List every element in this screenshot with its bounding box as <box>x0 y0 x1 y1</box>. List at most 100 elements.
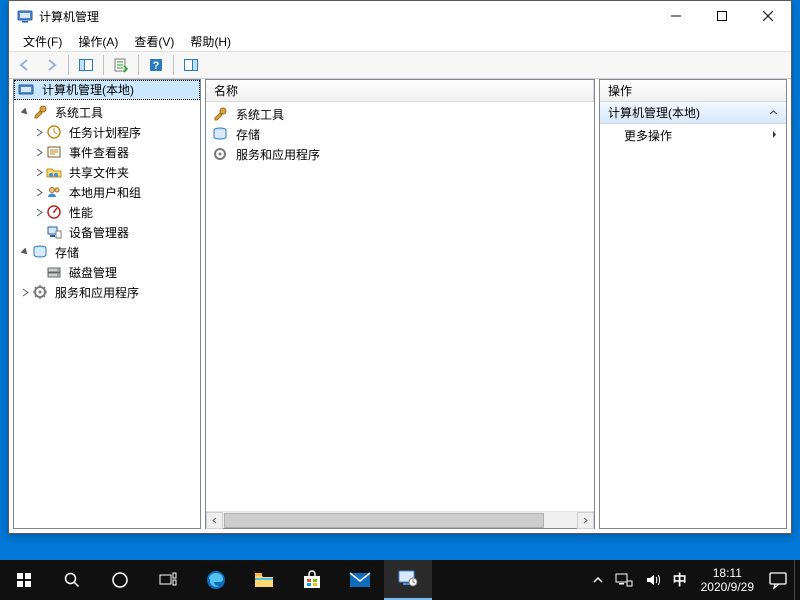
action-center-button[interactable] <box>762 560 794 600</box>
tree-root[interactable]: 计算机管理(本地) <box>14 80 200 100</box>
back-button[interactable] <box>13 53 37 77</box>
tree-label: 设备管理器 <box>66 223 132 242</box>
toolbar-separator <box>68 55 69 75</box>
expand-icon[interactable] <box>32 128 46 137</box>
taskbar-mail[interactable] <box>336 560 384 600</box>
menu-view[interactable]: 查看(V) <box>126 31 182 52</box>
tree-label: 系统工具 <box>52 103 106 122</box>
taskbar-edge[interactable] <box>192 560 240 600</box>
tree-label: 本地用户和组 <box>66 183 144 202</box>
tree-node-shared-folders[interactable]: 共享文件夹 <box>14 162 200 182</box>
toolbar-separator <box>138 55 139 75</box>
tray-date: 2020/9/29 <box>701 580 754 594</box>
menu-action[interactable]: 操作(A) <box>70 31 126 52</box>
scroll-thumb[interactable] <box>224 513 544 528</box>
tree-label: 服务和应用程序 <box>52 283 142 302</box>
tree-label: 共享文件夹 <box>66 163 132 182</box>
menu-help[interactable]: 帮助(H) <box>182 31 239 52</box>
cortana-button[interactable] <box>96 560 144 600</box>
chevron-up-icon <box>769 106 778 120</box>
tools-icon <box>212 106 228 122</box>
expand-icon[interactable] <box>32 188 46 197</box>
tray-ime-indicator[interactable]: 中 <box>667 560 693 600</box>
services-icon <box>212 146 228 162</box>
details-pane: 名称 系统工具 存储 服务和应用程序 <box>205 79 595 529</box>
toolbar-separator <box>173 55 174 75</box>
tree-label: 任务计划程序 <box>66 123 144 142</box>
show-hide-action-button[interactable] <box>179 53 203 77</box>
tree-node-local-users[interactable]: 本地用户和组 <box>14 182 200 202</box>
scroll-right-button[interactable] <box>577 512 594 529</box>
properties-button[interactable] <box>109 53 133 77</box>
tree-node-event-viewer[interactable]: 事件查看器 <box>14 142 200 162</box>
maximize-button[interactable] <box>699 1 745 31</box>
storage-icon <box>212 126 228 142</box>
search-button[interactable] <box>48 560 96 600</box>
expand-icon[interactable] <box>32 208 46 217</box>
console-tree-pane: 计算机管理(本地) 系统工具 任务计划程序 事件查看器 <box>13 79 201 529</box>
device-manager-icon <box>46 224 62 240</box>
show-hide-tree-button[interactable] <box>74 53 98 77</box>
close-button[interactable] <box>745 1 791 31</box>
event-viewer-icon <box>46 144 62 160</box>
tray-network-icon[interactable] <box>609 560 639 600</box>
help-button[interactable]: ? <box>144 53 168 77</box>
expand-icon[interactable] <box>18 288 32 297</box>
toolbar: ? <box>9 51 791 79</box>
list-body[interactable]: 系统工具 存储 服务和应用程序 <box>206 102 594 511</box>
column-name[interactable]: 名称 <box>206 80 594 101</box>
tree-node-storage[interactable]: 存储 <box>14 242 200 262</box>
collapse-icon[interactable] <box>18 248 32 257</box>
collapse-icon[interactable] <box>18 108 32 117</box>
tree-node-device-manager[interactable]: 设备管理器 <box>14 222 200 242</box>
computer-management-window: 计算机管理 文件(F) 操作(A) 查看(V) 帮助(H) ? 计算机管理(本地… <box>8 0 792 534</box>
client-area: 计算机管理(本地) 系统工具 任务计划程序 事件查看器 <box>9 79 791 533</box>
list-item-label: 系统工具 <box>236 106 284 123</box>
tray-overflow-button[interactable] <box>587 560 609 600</box>
tree-node-services-apps[interactable]: 服务和应用程序 <box>14 282 200 302</box>
tree-root-label: 计算机管理(本地) <box>42 81 134 98</box>
tray-clock[interactable]: 18:11 2020/9/29 <box>693 566 762 594</box>
expand-icon[interactable] <box>32 168 46 177</box>
titlebar[interactable]: 计算机管理 <box>9 1 791 31</box>
task-view-button[interactable] <box>144 560 192 600</box>
list-item[interactable]: 系统工具 <box>206 104 594 124</box>
taskbar-computer-management[interactable] <box>384 560 432 600</box>
expand-icon[interactable] <box>32 148 46 157</box>
tray-volume-icon[interactable] <box>639 560 667 600</box>
tree-label: 存储 <box>52 243 82 262</box>
computer-management-icon <box>18 82 34 98</box>
tree-node-system-tools[interactable]: 系统工具 <box>14 102 200 122</box>
list-item[interactable]: 服务和应用程序 <box>206 144 594 164</box>
minimize-button[interactable] <box>653 1 699 31</box>
tree-label: 磁盘管理 <box>66 263 120 282</box>
tree-label: 事件查看器 <box>66 143 132 162</box>
start-button[interactable] <box>0 560 48 600</box>
taskbar-file-explorer[interactable] <box>240 560 288 600</box>
show-desktop-button[interactable] <box>794 560 800 600</box>
services-icon <box>32 284 48 300</box>
computer-management-icon <box>17 8 33 24</box>
scroll-left-button[interactable] <box>206 512 223 529</box>
horizontal-scrollbar[interactable] <box>206 511 594 528</box>
console-tree[interactable]: 系统工具 任务计划程序 事件查看器 共享文件夹 <box>14 100 200 528</box>
menu-file[interactable]: 文件(F) <box>15 31 70 52</box>
actions-pane: 操作 计算机管理(本地) 更多操作 <box>599 79 787 529</box>
list-header[interactable]: 名称 <box>206 80 594 102</box>
actions-header: 操作 <box>600 80 786 102</box>
tree-node-disk-management[interactable]: 磁盘管理 <box>14 262 200 282</box>
tree-node-performance[interactable]: 性能 <box>14 202 200 222</box>
tree-label: 性能 <box>66 203 96 222</box>
taskbar[interactable]: 中 18:11 2020/9/29 <box>0 560 800 600</box>
performance-icon <box>46 204 62 220</box>
tree-node-task-scheduler[interactable]: 任务计划程序 <box>14 122 200 142</box>
users-icon <box>46 184 62 200</box>
disk-management-icon <box>46 264 62 280</box>
list-item[interactable]: 存储 <box>206 124 594 144</box>
actions-section[interactable]: 计算机管理(本地) <box>600 102 786 124</box>
forward-button[interactable] <box>39 53 63 77</box>
taskbar-store[interactable] <box>288 560 336 600</box>
window-title: 计算机管理 <box>39 8 653 25</box>
actions-more[interactable]: 更多操作 <box>600 124 786 146</box>
menubar: 文件(F) 操作(A) 查看(V) 帮助(H) <box>9 31 791 51</box>
